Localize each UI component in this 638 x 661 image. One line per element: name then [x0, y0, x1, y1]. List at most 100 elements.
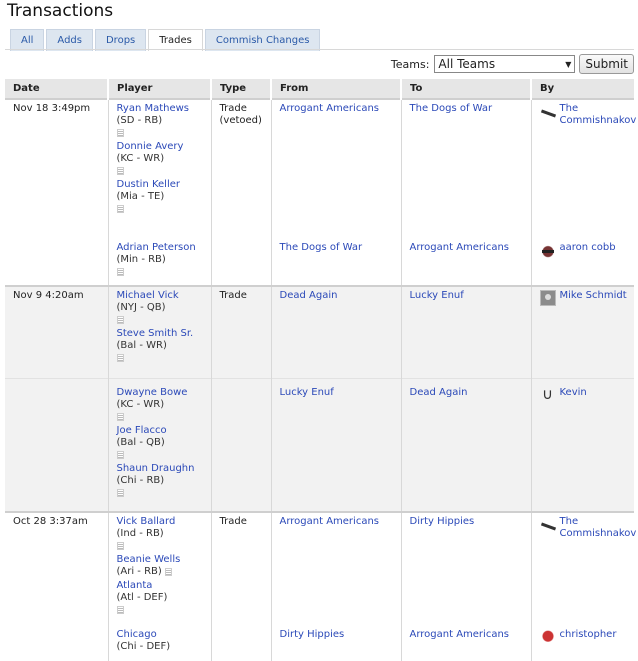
type-cell	[211, 234, 272, 286]
note-icon[interactable]	[116, 129, 124, 137]
note-icon[interactable]	[116, 450, 124, 459]
player-item: Joe Flacco (Bal - QB)	[116, 425, 204, 459]
table-header: Date Player Type From To By	[5, 79, 634, 99]
team-link[interactable]: Arrogant Americans	[280, 516, 380, 527]
player-link[interactable]: Steve Smith Sr.	[117, 328, 194, 339]
team-link[interactable]: Arrogant Americans	[410, 629, 510, 640]
tab-trades[interactable]: Trades	[148, 29, 203, 51]
note-icon[interactable]	[116, 488, 124, 497]
by-cell: The Commishnakov	[531, 98, 637, 234]
col-by[interactable]: By	[531, 79, 634, 99]
player-cell: Chicago (Chi - DEF)	[108, 621, 212, 661]
owner-link[interactable]: christopher	[560, 629, 617, 641]
owner-link[interactable]: Mike Schmidt	[560, 290, 627, 302]
table-row: Dwayne Bowe (KC - WR) Joe Flacco (Bal - …	[5, 377, 634, 512]
note-icon[interactable]	[165, 568, 172, 576]
player-cell: Vick Ballard (Ind - RB) Beanie Wells (Ar…	[108, 511, 212, 621]
player-pos: (Min - RB)	[116, 254, 166, 265]
note-icon[interactable]	[116, 268, 124, 276]
team-link[interactable]: Arrogant Americans	[280, 103, 380, 114]
avatar	[539, 629, 556, 645]
submit-button[interactable]: Submit	[579, 54, 634, 74]
team-link[interactable]: Lucky Enuf	[410, 290, 464, 301]
col-type[interactable]: Type	[211, 79, 272, 99]
tab-adds[interactable]: Adds	[46, 29, 93, 51]
team-link[interactable]: Dirty Hippies	[410, 516, 475, 527]
player-cell: Ryan Mathews (SD - RB) Donnie Avery (KC …	[108, 98, 212, 234]
date-cell	[5, 234, 109, 286]
tab-all[interactable]: All	[10, 29, 45, 51]
note-icon[interactable]	[116, 205, 124, 213]
teams-select-value: All Teams	[438, 57, 496, 71]
col-from[interactable]: From	[271, 79, 402, 99]
col-date[interactable]: Date	[5, 79, 109, 99]
player-link[interactable]: Joe Flacco	[117, 425, 167, 436]
col-player[interactable]: Player	[108, 79, 212, 99]
from-cell: The Dogs of War	[271, 234, 402, 286]
note-icon[interactable]	[116, 354, 124, 362]
date-cell: Oct 28 3:37am	[5, 511, 109, 621]
player-link[interactable]: Beanie Wells	[117, 554, 181, 565]
player-pos: (KC - WR)	[116, 398, 165, 410]
player-link[interactable]: Chicago	[117, 629, 157, 640]
transactions-table: Date Player Type From To By Nov 18 3:49p…	[5, 79, 637, 661]
owner-link[interactable]: The Commishnakov	[560, 516, 637, 540]
note-icon[interactable]	[116, 542, 124, 550]
team-link[interactable]: Arrogant Americans	[410, 242, 510, 253]
note-icon[interactable]	[116, 606, 124, 614]
tab-commish-changes[interactable]: Commish Changes	[204, 29, 321, 51]
transaction-tabs: All Adds Drops Trades Commish Changes	[10, 29, 321, 51]
player-link[interactable]: Atlanta	[117, 580, 153, 591]
from-cell: Lucky Enuf	[271, 377, 402, 512]
to-cell: The Dogs of War	[401, 98, 532, 234]
player-link[interactable]: Michael Vick	[117, 290, 179, 301]
player-pos: (SD - RB)	[116, 115, 163, 126]
team-link[interactable]: Dead Again	[280, 290, 338, 301]
by-cell: ∪ Kevin	[531, 377, 634, 512]
table-row: Oct 28 3:37am Vick Ballard (Ind - RB) Be…	[5, 511, 637, 621]
team-link[interactable]: The Dogs of War	[280, 242, 363, 253]
player-link[interactable]: Dwayne Bowe	[117, 387, 188, 398]
chevron-down-icon: ▼	[565, 59, 572, 69]
note-icon[interactable]	[116, 316, 124, 324]
teams-select[interactable]: All Teams ▼	[434, 55, 576, 73]
avatar	[539, 290, 556, 306]
table-row: Nov 9 4:20am Michael Vick (NYJ - QB) Ste…	[5, 285, 634, 378]
page-title: Transactions	[7, 1, 114, 21]
player-link[interactable]: Shaun Draughn	[117, 463, 195, 474]
player-pos: (Chi - RB)	[116, 474, 165, 486]
player-link[interactable]: Adrian Peterson	[117, 242, 196, 253]
player-item: Beanie Wells (Ari - RB) Atlanta (Atl - D…	[116, 554, 204, 614]
player-pos: (Bal - WR)	[116, 340, 167, 351]
owner-link[interactable]: Kevin	[560, 387, 587, 399]
from-cell: Arrogant Americans	[271, 98, 402, 234]
player-pos: (Ind - RB)	[116, 528, 164, 539]
player-pos: (Ari - RB)	[116, 566, 162, 577]
from-cell: Dead Again	[271, 285, 402, 378]
tab-drops[interactable]: Drops	[94, 29, 147, 51]
date-cell	[5, 621, 109, 661]
team-link[interactable]: Dead Again	[410, 387, 468, 398]
col-to[interactable]: To	[401, 79, 532, 99]
note-icon[interactable]	[116, 167, 124, 175]
team-link[interactable]: The Dogs of War	[410, 103, 493, 114]
owner-link[interactable]: aaron cobb	[560, 242, 616, 254]
player-cell: Adrian Peterson (Min - RB)	[108, 234, 212, 286]
player-item: Michael Vick (NYJ - QB)	[116, 290, 204, 324]
player-pos: (NYJ - QB)	[116, 302, 166, 313]
player-link[interactable]: Donnie Avery	[117, 141, 184, 152]
player-item: Adrian Peterson (Min - RB)	[116, 242, 204, 276]
by-cell: The Commishnakov	[531, 511, 637, 621]
team-link[interactable]: Lucky Enuf	[280, 387, 334, 398]
table-row: Nov 18 3:49pm Ryan Mathews (SD - RB) Don…	[5, 98, 637, 234]
player-link[interactable]: Vick Ballard	[117, 516, 176, 527]
player-item: Vick Ballard (Ind - RB)	[116, 516, 204, 550]
player-link[interactable]: Dustin Keller	[117, 179, 181, 190]
owner-link[interactable]: The Commishnakov	[560, 103, 637, 127]
player-link[interactable]: Ryan Mathews	[117, 103, 190, 114]
to-cell: Lucky Enuf	[401, 285, 532, 378]
note-icon[interactable]	[116, 412, 124, 421]
type-cell: Trade	[211, 285, 272, 378]
player-item: Dustin Keller (Mia - TE)	[116, 179, 204, 213]
team-link[interactable]: Dirty Hippies	[280, 629, 345, 640]
